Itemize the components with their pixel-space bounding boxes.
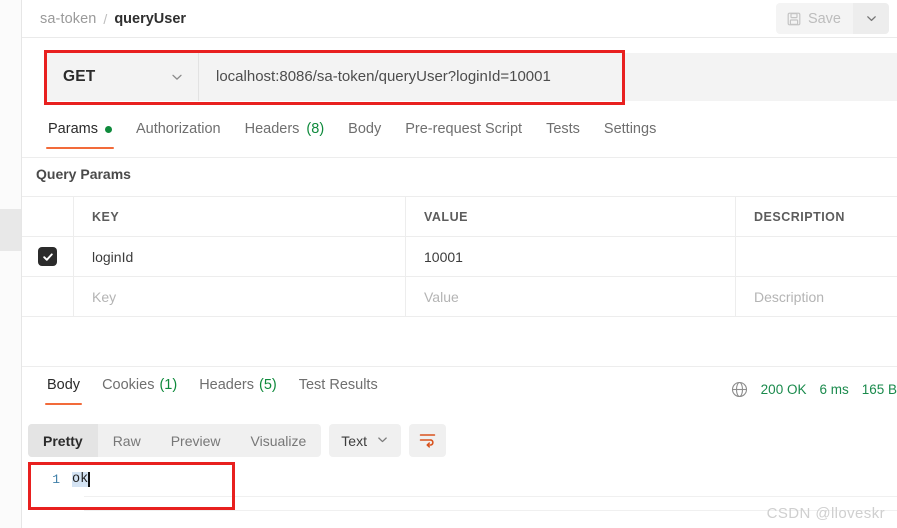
view-visualize-button[interactable]: Visualize <box>236 424 322 457</box>
tab-headers[interactable]: Headers (8) <box>233 120 337 149</box>
chevron-down-icon <box>865 12 878 25</box>
breadcrumb-collection[interactable]: sa-token <box>40 11 96 27</box>
tab-body[interactable]: Body <box>336 120 393 149</box>
tab-params[interactable]: Params <box>36 120 124 149</box>
row-description-placeholder[interactable]: Description <box>754 289 824 305</box>
view-pretty-button[interactable]: Pretty <box>28 424 98 457</box>
table-row: loginId 10001 <box>22 237 897 277</box>
table-row: Key Value Description <box>22 277 897 317</box>
response-tab-headers[interactable]: Headers (5) <box>188 376 288 405</box>
word-wrap-button[interactable] <box>408 424 446 457</box>
text-caret <box>88 472 90 487</box>
request-tabs: Params Authorization Headers (8) Body Pr… <box>22 120 897 158</box>
row-checkbox-cell[interactable] <box>22 277 74 316</box>
header-cell-value: VALUE <box>424 209 468 224</box>
query-params-table: KEY VALUE DESCRIPTION loginId 10001 Key … <box>22 196 897 317</box>
code-line: 1 ok <box>22 466 897 488</box>
tab-pre-request-script-label: Pre-request Script <box>405 121 523 137</box>
response-tab-cookies-count: (1) <box>159 377 178 393</box>
watermark: CSDN @lloveskr <box>766 505 885 522</box>
url-row: GET localhost:8086/sa-token/queryUser?lo… <box>22 48 897 105</box>
params-modified-dot-icon <box>104 125 112 133</box>
response-tab-body-label: Body <box>47 377 81 393</box>
body-format-label: Text <box>341 432 367 449</box>
response-status-bar: 200 OK 6 ms 165 B <box>731 381 897 398</box>
row-key[interactable]: loginId <box>92 249 133 265</box>
postman-request-window: sa-token / queryUser Save GET localhost:… <box>0 0 897 528</box>
tab-tests[interactable]: Tests <box>534 120 592 149</box>
response-size: 165 B <box>861 382 897 397</box>
tab-authorization[interactable]: Authorization <box>124 120 233 149</box>
response-tab-cookies[interactable]: Cookies (1) <box>91 376 188 405</box>
method-selector[interactable]: GET <box>44 52 199 101</box>
globe-icon[interactable] <box>731 381 748 398</box>
response-tab-headers-label: Headers <box>199 377 254 393</box>
chevron-down-icon <box>170 70 184 84</box>
header-cell-description: DESCRIPTION <box>754 209 845 224</box>
response-tab-cookies-label: Cookies <box>102 377 155 393</box>
tab-params-label: Params <box>48 121 98 137</box>
floppy-disk-icon <box>787 12 801 26</box>
breadcrumb-bar: sa-token / queryUser Save <box>22 0 897 38</box>
header-cell-key: KEY <box>92 209 120 224</box>
row-value[interactable]: 10001 <box>424 249 463 265</box>
response-status-code: 200 OK <box>760 382 807 397</box>
header-cell-check <box>22 197 74 236</box>
view-raw-button[interactable]: Raw <box>98 424 156 457</box>
row-key-placeholder[interactable]: Key <box>92 289 116 305</box>
save-button-group[interactable]: Save <box>775 3 889 34</box>
tab-body-label: Body <box>348 121 382 137</box>
response-tab-test-results[interactable]: Test Results <box>288 376 389 405</box>
response-body-toolbar: Pretty Raw Preview Visualize Text <box>28 424 446 457</box>
tab-headers-count: (8) <box>306 121 325 137</box>
row-checkbox-cell[interactable] <box>22 237 74 276</box>
response-tab-body[interactable]: Body <box>36 376 91 405</box>
view-preview-button[interactable]: Preview <box>156 424 236 457</box>
save-dropdown-button[interactable] <box>853 3 889 34</box>
response-tab-test-results-label: Test Results <box>298 377 378 393</box>
save-button[interactable]: Save <box>775 3 853 34</box>
chevron-down-icon <box>376 433 389 449</box>
response-body-text[interactable]: ok <box>72 472 89 487</box>
checkbox-checked-icon[interactable] <box>38 247 57 266</box>
table-header-row: KEY VALUE DESCRIPTION <box>22 197 897 237</box>
response-time: 6 ms <box>819 382 849 397</box>
left-rail <box>0 0 22 528</box>
line-number: 1 <box>52 472 60 487</box>
tab-settings-label: Settings <box>603 121 657 137</box>
response-tab-headers-count: (5) <box>259 377 277 393</box>
rail-scroll-thumb[interactable] <box>0 209 21 251</box>
body-format-selector[interactable]: Text <box>329 424 401 457</box>
save-button-label: Save <box>807 10 841 27</box>
response-divider <box>22 366 897 367</box>
tab-tests-label: Tests <box>546 121 580 137</box>
row-value-placeholder[interactable]: Value <box>424 289 459 305</box>
body-view-switcher: Pretty Raw Preview Visualize <box>28 424 322 457</box>
tab-pre-request-script[interactable]: Pre-request Script <box>393 120 534 149</box>
tab-settings[interactable]: Settings <box>592 120 668 149</box>
method-label: GET <box>63 67 96 85</box>
tab-headers-label: Headers <box>244 121 300 137</box>
url-input[interactable]: localhost:8086/sa-token/queryUser?loginI… <box>199 52 897 101</box>
code-rule <box>84 496 897 497</box>
tab-authorization-label: Authorization <box>135 121 221 137</box>
breadcrumb-request-name[interactable]: queryUser <box>114 11 186 27</box>
breadcrumb-separator: / <box>103 10 108 27</box>
query-params-title: Query Params <box>36 166 131 182</box>
word-wrap-icon <box>418 431 437 451</box>
